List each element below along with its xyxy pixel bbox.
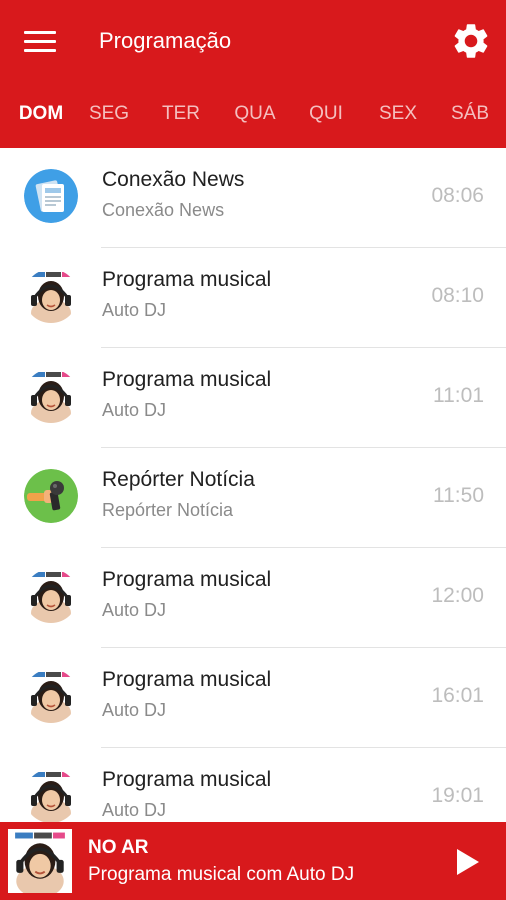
program-title: Programa musical [102, 368, 272, 391]
tab-seg[interactable]: SEG [74, 96, 144, 132]
tab-qui[interactable]: QUI [291, 96, 361, 132]
program-time: 16:01 [431, 684, 484, 707]
schedule-item[interactable]: Repórter Notícia Repórter Notícia 11:50 [0, 448, 506, 548]
schedule-item[interactable]: Programa musical Auto DJ 19:01 [0, 748, 506, 822]
gear-icon[interactable] [450, 20, 492, 62]
schedule-item[interactable]: Programa musical Auto DJ 12:00 [0, 548, 506, 648]
page-title: Programação [99, 28, 232, 53]
dj-headphones-avatar [24, 669, 78, 723]
dj-headphones-avatar [24, 569, 78, 623]
program-time: 12:00 [431, 584, 484, 607]
program-title: Programa musical [102, 768, 272, 791]
tab-sex[interactable]: SEX [363, 96, 433, 132]
tab-dom[interactable]: DOM [6, 96, 76, 132]
program-subtitle: Auto DJ [102, 700, 167, 720]
schedule-item[interactable]: Conexão News Conexão News 08:06 [0, 148, 506, 248]
app-bar: Programação DOM SEG TER QUA QUI SEX SÁB [0, 0, 506, 148]
hamburger-menu-icon[interactable] [24, 29, 56, 53]
microphone-icon [24, 469, 78, 523]
program-time: 08:06 [431, 184, 484, 207]
day-tabs: DOM SEG TER QUA QUI SEX SÁB [0, 96, 506, 132]
tab-qua[interactable]: QUA [220, 96, 290, 132]
program-time: 08:10 [431, 284, 484, 307]
newspaper-icon [24, 169, 78, 223]
program-subtitle: Auto DJ [102, 300, 167, 320]
play-icon[interactable] [448, 844, 484, 880]
program-time: 11:01 [433, 384, 484, 407]
program-subtitle: Auto DJ [102, 400, 167, 420]
program-subtitle: Auto DJ [102, 800, 167, 820]
program-title: Programa musical [102, 568, 272, 591]
schedule-list: Conexão News Conexão News 08:06 Programa… [0, 148, 506, 822]
program-subtitle: Repórter Notícia [102, 500, 234, 520]
program-title: Programa musical [102, 668, 272, 691]
program-title: Programa musical [102, 268, 272, 291]
program-title: Repórter Notícia [102, 468, 255, 491]
schedule-item[interactable]: Programa musical Auto DJ 08:10 [0, 248, 506, 348]
program-subtitle: Conexão News [102, 200, 225, 220]
schedule-item[interactable]: Programa musical Auto DJ 11:01 [0, 348, 506, 448]
dj-headphones-avatar [24, 269, 78, 323]
schedule-item[interactable]: Programa musical Auto DJ 16:01 [0, 648, 506, 748]
dj-headphones-avatar [8, 829, 72, 893]
now-playing-bar[interactable]: NO AR Programa musical com Auto DJ [0, 822, 506, 900]
tab-ter[interactable]: TER [146, 96, 216, 132]
now-playing-title: Programa musical com Auto DJ [88, 864, 355, 885]
program-time: 11:50 [433, 484, 484, 507]
dj-headphones-avatar [24, 369, 78, 423]
program-subtitle: Auto DJ [102, 600, 167, 620]
tab-sab[interactable]: SÁB [435, 96, 505, 132]
on-air-label: NO AR [88, 837, 149, 858]
program-title: Conexão News [102, 168, 245, 191]
dj-headphones-avatar [24, 769, 78, 822]
program-time: 19:01 [431, 784, 484, 807]
